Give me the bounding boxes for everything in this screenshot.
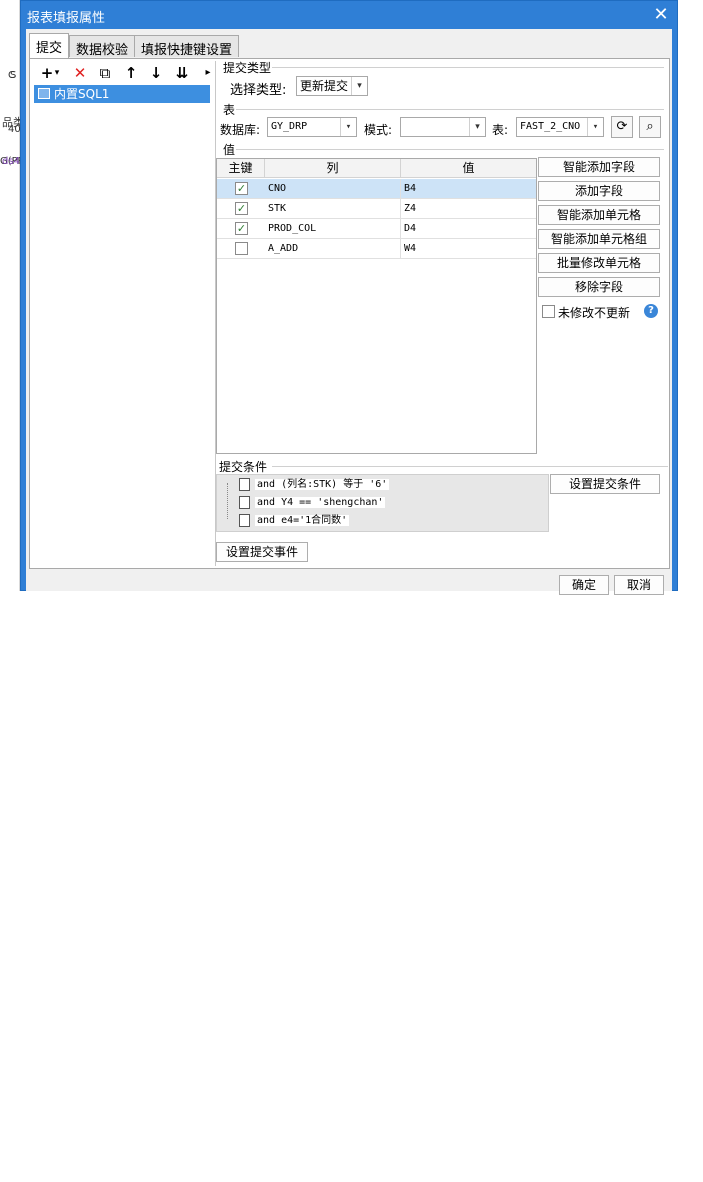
tab-data-validation[interactable]: 数据校验	[69, 35, 136, 58]
mode-label: 模式:	[364, 123, 393, 137]
table-group-label: 表	[223, 103, 236, 117]
condition-item[interactable]: and Y4 == 'shengchan'	[237, 494, 386, 511]
condition-text: and (列名:STK) 等于 '6'	[255, 479, 390, 490]
database-select[interactable]: GY_DRP ▾	[267, 117, 357, 137]
row-value[interactable]: W4	[401, 239, 536, 259]
group-divider	[272, 466, 668, 467]
tree-connector	[227, 483, 228, 519]
row-column-name[interactable]: A_ADD	[265, 239, 401, 259]
batch-modify-cells-button[interactable]: 批量修改单元格	[538, 253, 660, 273]
tree-item-label: 内置SQL1	[54, 87, 110, 101]
add-field-button[interactable]: 添加字段	[538, 181, 660, 201]
tab-shortcut-settings[interactable]: 填报快捷键设置	[134, 35, 240, 58]
set-submit-condition-button[interactable]: 设置提交条件	[550, 474, 660, 494]
primary-key-checkbox[interactable]: ✓	[235, 202, 248, 215]
condition-item[interactable]: and e4='1合同数'	[237, 512, 350, 529]
row-column-name[interactable]: PROD_COL	[265, 219, 401, 239]
column-header-s: S	[10, 70, 17, 81]
close-icon[interactable]: ✕	[649, 3, 673, 27]
group-divider	[236, 109, 664, 110]
chevron-down-icon: ▾	[351, 77, 367, 95]
title-bar[interactable]: 报表填报属性 ✕	[21, 1, 677, 29]
values-group-label: 值	[223, 143, 236, 157]
mode-select[interactable]: ▾	[400, 117, 486, 137]
chevron-down-icon: ▾	[340, 118, 356, 136]
table-row[interactable]: ✓ CNO B4	[217, 179, 536, 199]
primary-key-checkbox[interactable]: ✓	[235, 222, 248, 235]
background-sheet-left: C 品类 G(PRO	[0, 0, 33, 591]
dialog-body: 提交 数据校验 填报快捷键设置 + ▾ ✕ ⧉ ↑ ↓ ⇊ ▸ 内置SQL1 提…	[26, 29, 672, 595]
database-icon	[38, 88, 50, 99]
table-value: FAST_2_CNO	[520, 121, 581, 132]
no-update-if-unmodified-checkbox[interactable]	[542, 305, 555, 318]
report-fill-properties-dialog: 报表填报属性 ✕ 提交 数据校验 填报快捷键设置 + ▾ ✕ ⧉ ↑ ↓ ⇊ ▸…	[20, 0, 678, 595]
submit-type-group-label: 提交类型	[223, 61, 272, 75]
group-divider	[272, 67, 664, 68]
chevron-down-icon: ▾	[469, 118, 485, 136]
cancel-button[interactable]: 取消	[614, 575, 664, 595]
submit-list-panel: + ▾ ✕ ⧉ ↑ ↓ ⇊ ▸ 内置SQL1	[32, 61, 216, 566]
table-row[interactable]: ✓ STK Z4	[217, 199, 536, 219]
condition-text: and Y4 == 'shengchan'	[255, 497, 386, 508]
move-down-icon[interactable]: ↓	[145, 63, 167, 83]
table-row[interactable]: A_ADD W4	[217, 239, 536, 259]
submit-type-select[interactable]: 更新提交 ▾	[296, 76, 368, 96]
values-table: 主键 列 值 ✓ CNO B4 ✓ STK Z4 ✓ PROD_COL D4 A…	[216, 158, 537, 454]
database-label: 数据库:	[220, 123, 261, 137]
submit-type-value: 更新提交	[300, 79, 349, 93]
background-sheet-right: S 40 ds4.	[0, 70, 25, 1182]
column-header-key[interactable]: 主键	[217, 159, 265, 178]
row-value[interactable]: B4	[401, 179, 536, 199]
tab-submit[interactable]: 提交	[29, 33, 70, 58]
primary-key-checkbox[interactable]: ✓	[235, 182, 248, 195]
no-update-if-unmodified-label: 未修改不更新	[558, 306, 631, 320]
table-label: 表:	[492, 123, 509, 137]
select-type-label: 选择类型:	[230, 83, 287, 98]
chevron-down-icon: ▾	[587, 118, 603, 136]
remove-field-button[interactable]: 移除字段	[538, 277, 660, 297]
conditions-tree: and (列名:STK) 等于 '6' and Y4 == 'shengchan…	[216, 474, 549, 532]
tree-item-builtin-sql[interactable]: 内置SQL1	[34, 85, 210, 103]
row-column-name[interactable]: STK	[265, 199, 401, 219]
ok-button[interactable]: 确定	[559, 575, 609, 595]
table-select[interactable]: FAST_2_CNO ▾	[516, 117, 604, 137]
column-header-value[interactable]: 值	[401, 159, 536, 178]
conditions-group-label: 提交条件	[219, 460, 268, 474]
more-icon[interactable]: ▸	[202, 63, 214, 83]
delete-icon[interactable]: ✕	[69, 63, 91, 83]
reorder-icon[interactable]: ⇊	[171, 63, 193, 83]
condition-text: and e4='1合同数'	[255, 515, 350, 526]
column-header-column[interactable]: 列	[265, 159, 401, 178]
table-row[interactable]: ✓ PROD_COL D4	[217, 219, 536, 239]
help-icon[interactable]: ?	[644, 304, 658, 318]
add-dropdown-icon[interactable]: ▾	[52, 63, 62, 83]
refresh-icon[interactable]: ⟳	[611, 116, 633, 138]
dialog-title: 报表填报属性	[27, 11, 106, 26]
primary-key-checkbox[interactable]	[235, 242, 248, 255]
database-value: GY_DRP	[271, 121, 308, 132]
copy-icon[interactable]: ⧉	[94, 63, 116, 83]
set-submit-event-button[interactable]: 设置提交事件	[216, 542, 308, 562]
smart-add-cell-group-button[interactable]: 智能添加单元格组	[538, 229, 660, 249]
condition-item[interactable]: and (列名:STK) 等于 '6'	[237, 476, 390, 493]
smart-add-cells-button[interactable]: 智能添加单元格	[538, 205, 660, 225]
row-value[interactable]: D4	[401, 219, 536, 239]
document-icon	[239, 514, 250, 527]
document-icon	[239, 496, 250, 509]
smart-add-fields-button[interactable]: 智能添加字段	[538, 157, 660, 177]
background-cell: 40	[8, 124, 21, 135]
group-divider	[236, 149, 664, 150]
document-icon	[239, 478, 250, 491]
row-value[interactable]: Z4	[401, 199, 536, 219]
preview-icon[interactable]: ⌕	[639, 116, 661, 138]
move-up-icon[interactable]: ↑	[120, 63, 142, 83]
row-column-name[interactable]: CNO	[265, 179, 401, 199]
